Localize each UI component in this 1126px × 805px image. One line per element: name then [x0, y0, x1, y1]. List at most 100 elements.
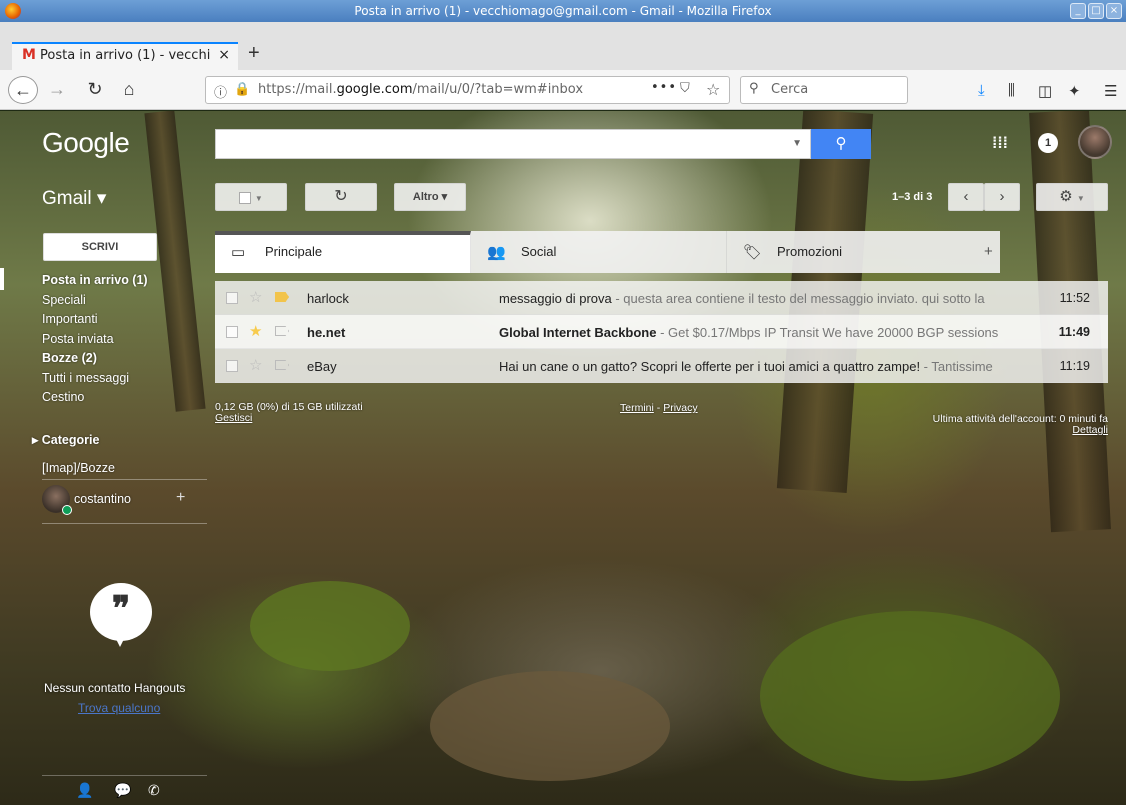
contacts-icon[interactable]: 👤 [76, 782, 93, 799]
compose-button[interactable]: SCRIVI [43, 233, 157, 261]
chat-icon[interactable]: 💬 [114, 782, 131, 799]
row-checkbox[interactable] [226, 360, 238, 372]
tab-principale[interactable]: ▭ Principale [215, 231, 471, 273]
previous-page-button[interactable]: ‹ [948, 183, 984, 211]
sidebar-item-sent[interactable]: Posta inviata [42, 332, 207, 352]
email-snippet: - questa area contiene il testo del mess… [611, 291, 985, 306]
search-options-icon[interactable]: ▼ [792, 138, 802, 149]
search-icon: ⚲ [749, 81, 759, 96]
email-list: ☆ harlock messaggio di prova - questa ar… [215, 281, 1108, 383]
select-all-button[interactable]: ▼ [215, 183, 287, 211]
tab-strip: M Posta in arrivo (1) - vecchiomago@gmai… [0, 22, 1126, 70]
terms-link[interactable]: Termini [620, 402, 654, 414]
sidebar-item-all-mail[interactable]: Tutti i messaggi [42, 371, 207, 391]
sidebar-icon[interactable]: ◫ [1038, 82, 1052, 100]
library-icon[interactable]: ⫼ [1008, 82, 1015, 99]
tag-icon: 🏷 [743, 244, 763, 261]
email-sender: eBay [307, 359, 337, 374]
email-preview: Global Internet Backbone - Get $0.17/Mbp… [499, 325, 1009, 340]
menu-icon[interactable]: ☰ [1104, 82, 1117, 100]
close-window-button[interactable]: × [1106, 3, 1122, 19]
storage-info: 0,12 GB (0%) di 15 GB utilizzati Gestisc… [215, 402, 363, 424]
email-snippet: - Get $0.17/Mbps IP Transit We have 2000… [656, 325, 999, 340]
sidebar-item-drafts[interactable]: Bozze (2) [42, 351, 207, 371]
details-link[interactable]: Dettagli [933, 425, 1108, 436]
window-title: Posta in arrivo (1) - vecchiomago@gmail.… [354, 4, 772, 18]
bookmark-star-icon[interactable]: ☆ [706, 80, 720, 99]
downloads-icon[interactable]: ⤓ [978, 82, 985, 99]
url-prefix: https://mail. [258, 82, 337, 97]
maximize-button[interactable]: □ [1088, 3, 1104, 19]
email-preview: messaggio di prova - questa area contien… [499, 291, 1009, 306]
important-marker-icon[interactable] [275, 326, 289, 336]
mail-search-button[interactable]: ⚲ [811, 129, 871, 159]
star-icon[interactable]: ☆ [249, 288, 262, 306]
back-button[interactable]: ← [8, 76, 38, 104]
inbox-category-tabs: ▭ Principale 👥 Social 🏷 Promozioni [215, 231, 1000, 273]
google-logo[interactable]: Google [42, 127, 130, 159]
active-indicator [0, 268, 4, 290]
sidebar-item-imap-drafts[interactable]: [Imap]/Bozze [42, 461, 115, 475]
more-actions-button[interactable]: Altro ▾ [394, 183, 466, 211]
email-preview: Hai un cane o un gatto? Scopri le offert… [499, 359, 1009, 374]
select-checkbox[interactable] [239, 191, 252, 204]
email-row[interactable]: ☆ eBay Hai un cane o un gatto? Scopri le… [215, 349, 1108, 383]
email-subject: Global Internet Backbone [499, 325, 657, 340]
apps-grid-icon[interactable]: ⁞⁞⁞ [992, 135, 1008, 153]
manage-storage-link[interactable]: Gestisci [215, 413, 363, 424]
privacy-link[interactable]: Privacy [663, 402, 697, 414]
search-bar[interactable]: ⚲ Cerca [740, 76, 908, 104]
page-actions-menu-icon[interactable]: ••• [651, 80, 677, 95]
sidebar-item-starred[interactable]: Speciali [42, 293, 207, 313]
email-time: 11:19 [1059, 359, 1090, 373]
path-decoration [430, 671, 670, 781]
url-text[interactable]: https://mail.google.com/mail/u/0/?tab=wm… [258, 82, 583, 97]
extension-icon[interactable]: ✦ [1068, 82, 1081, 100]
sidebar-item-inbox[interactable]: Posta in arrivo (1) [42, 273, 207, 293]
new-tab-button[interactable]: + [248, 42, 260, 65]
gmail-menu-label[interactable]: Gmail ▾ [42, 187, 106, 210]
home-button[interactable]: ⌂ [118, 76, 140, 104]
window-titlebar: Posta in arrivo (1) - vecchiomago@gmail.… [0, 0, 1126, 22]
browser-tab-gmail[interactable]: M Posta in arrivo (1) - vecchiomago@gmai… [12, 42, 238, 70]
tab-close-icon[interactable]: × [218, 47, 230, 63]
quote-glyph: ❞ [111, 589, 131, 629]
sidebar-item-trash[interactable]: Cestino [42, 390, 207, 410]
hangouts-user-name[interactable]: costantino [74, 492, 131, 506]
phone-icon[interactable]: ✆ [148, 782, 160, 799]
row-checkbox[interactable] [226, 292, 238, 304]
pocket-icon[interactable]: ⛉ [680, 81, 690, 96]
window-controls: _ □ × [1070, 3, 1122, 19]
bubble-tail [112, 631, 128, 647]
url-bar[interactable]: ⓘ 🔒 https://mail.google.com/mail/u/0/?ta… [205, 76, 730, 104]
star-icon[interactable]: ★ [249, 322, 262, 340]
minimize-button[interactable]: _ [1070, 3, 1086, 19]
star-icon[interactable]: ☆ [249, 356, 262, 374]
settings-button[interactable]: ⚙ ▼ [1036, 183, 1108, 211]
row-checkbox[interactable] [226, 326, 238, 338]
mail-search-input[interactable]: ▼ [215, 129, 811, 159]
forward-button[interactable]: → [46, 76, 68, 104]
add-tab-icon[interactable]: + [984, 243, 993, 260]
search-placeholder: Cerca [771, 82, 809, 97]
site-info-icon[interactable]: ⓘ [214, 82, 227, 101]
email-row[interactable]: ☆ harlock messaggio di prova - questa ar… [215, 281, 1108, 315]
important-marker-icon[interactable] [275, 292, 289, 302]
find-someone-link[interactable]: Trova qualcuno [78, 701, 160, 715]
notifications-badge[interactable]: 1 [1038, 133, 1058, 153]
footer-links: Termini - Privacy [620, 402, 698, 414]
sidebar-nav: Posta in arrivo (1) Speciali Importanti … [42, 273, 207, 410]
tab-promozioni[interactable]: 🏷 Promozioni [727, 231, 983, 273]
important-marker-icon[interactable] [275, 360, 289, 370]
sidebar-item-important[interactable]: Importanti [42, 312, 207, 332]
email-row[interactable]: ★ he.net Global Internet Backbone - Get … [215, 315, 1108, 349]
tab-social[interactable]: 👥 Social [471, 231, 727, 273]
url-domain: google.com [336, 82, 413, 97]
add-contact-icon[interactable]: + [176, 489, 185, 507]
refresh-button[interactable]: ↻ [305, 183, 377, 211]
reload-button[interactable]: ↻ [84, 76, 106, 104]
chevron-down-icon: ▼ [254, 194, 263, 203]
sidebar-item-categories[interactable]: ▸ Categorie [32, 432, 99, 447]
next-page-button[interactable]: › [984, 183, 1020, 211]
account-avatar[interactable] [1078, 125, 1112, 159]
